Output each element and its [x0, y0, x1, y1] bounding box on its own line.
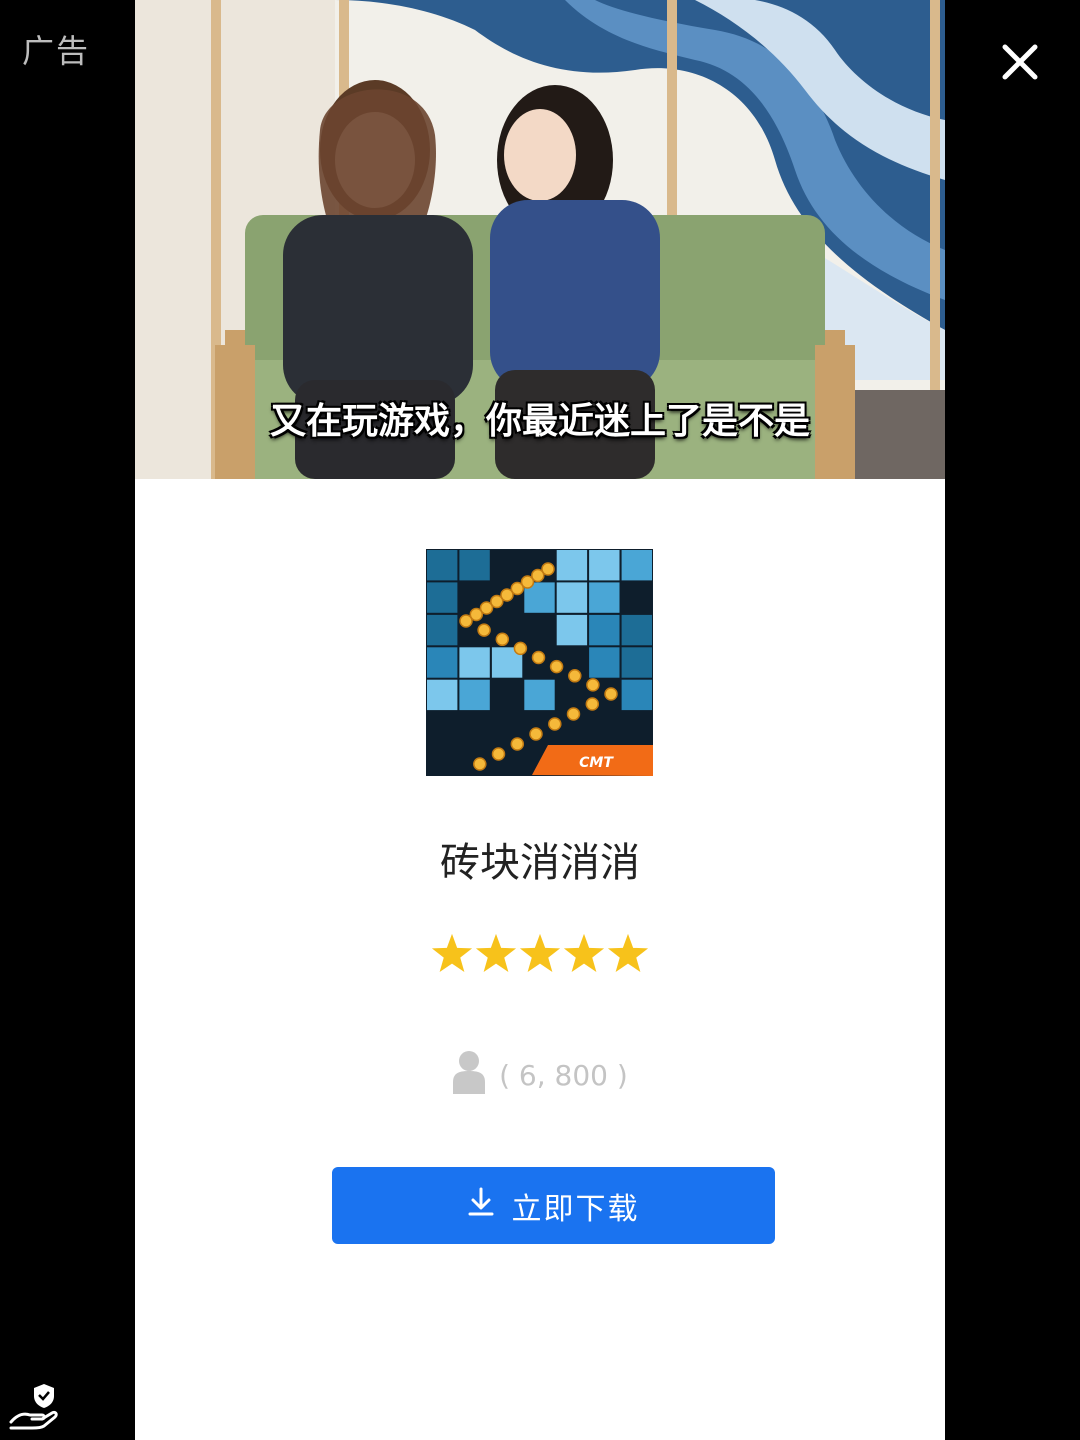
video-subtitle: 又在玩游戏，你最近迷上了是不是: [269, 401, 810, 442]
download-count: ( 6, 800 ): [135, 1050, 945, 1096]
download-count-text: ( 6, 800 ): [499, 1059, 628, 1092]
privacy-shield-hand-icon[interactable]: [8, 1380, 60, 1432]
star-rating: [135, 930, 945, 982]
app-icon[interactable]: CMT: [426, 549, 653, 776]
ad-label: 广告: [22, 32, 91, 70]
app-name: 砖块消消消: [440, 840, 640, 886]
star-icon: [519, 933, 561, 972]
download-button[interactable]: 立即下载: [332, 1167, 775, 1244]
star-icon: [607, 933, 649, 972]
star-icon: [563, 933, 605, 972]
star-icon: [475, 933, 517, 972]
download-button-label: 立即下载: [511, 1191, 640, 1227]
close-icon[interactable]: [996, 38, 1044, 86]
download-arrow-icon: [468, 1187, 494, 1225]
star-icon: [431, 933, 473, 972]
person-icon: [452, 1050, 486, 1101]
app-icon-badge: CMT: [579, 755, 614, 771]
ad-panel: 又在玩游戏，你最近迷上了是不是 CMT 砖块消消消 ( 6, 800 ) 立即下…: [135, 0, 945, 1440]
ad-video[interactable]: 又在玩游戏，你最近迷上了是不是: [135, 0, 945, 479]
